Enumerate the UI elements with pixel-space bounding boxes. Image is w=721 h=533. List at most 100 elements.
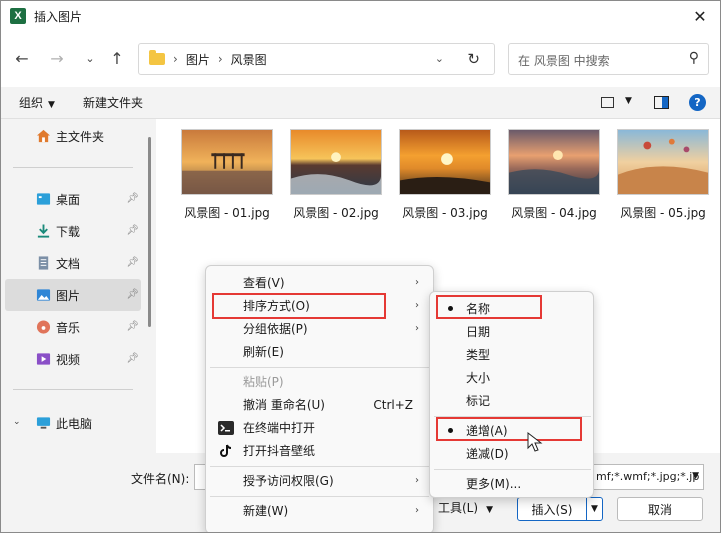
menu-item-descending[interactable]: 递减(D) bbox=[434, 442, 591, 465]
file-type-value: mf;*.wmf;*.jpg;*.jp bbox=[596, 470, 700, 483]
sidebar-item-downloads[interactable]: 下载 📌︎ bbox=[5, 215, 141, 247]
file-item[interactable]: 风景图 - 03.jpg bbox=[399, 129, 491, 221]
file-name: 风景图 - 01.jpg bbox=[184, 206, 270, 220]
sidebar-item-label: 此电脑 bbox=[56, 416, 93, 431]
thumbnail-image bbox=[508, 129, 600, 195]
address-bar[interactable]: › 图片 › 风景图 ⌄ ↻ bbox=[138, 43, 495, 75]
tools-button[interactable]: 工具(L) ▼ bbox=[438, 499, 493, 516]
tiktok-icon bbox=[220, 444, 232, 457]
sidebar-item-label: 下载 bbox=[56, 224, 81, 239]
recent-locations-chevron-icon[interactable]: ⌄ bbox=[79, 52, 101, 65]
chevron-right-icon: › bbox=[173, 52, 178, 66]
sidebar-divider bbox=[13, 389, 133, 390]
sidebar-item-videos[interactable]: 视频 📌︎ bbox=[5, 343, 141, 375]
menu-item-sort-date[interactable]: 日期 bbox=[434, 320, 591, 343]
file-item[interactable]: 风景图 - 04.jpg bbox=[508, 129, 600, 221]
context-menu: 查看(V) › 排序方式(O) › 分组依据(P) › 刷新(E) 粘贴(P) … bbox=[205, 265, 434, 532]
view-mode-caret-icon[interactable]: ▼ bbox=[625, 96, 632, 106]
thumbnail-image bbox=[399, 129, 491, 195]
new-folder-button[interactable]: 新建文件夹 bbox=[83, 94, 143, 111]
menu-item-give-access[interactable]: 授予访问权限(G) › bbox=[210, 469, 429, 492]
sort-highlight-box bbox=[212, 293, 386, 319]
file-item[interactable]: 风景图 - 02.jpg bbox=[290, 129, 382, 221]
menu-item-more[interactable]: 更多(M)... bbox=[434, 472, 591, 495]
terminal-icon bbox=[218, 420, 234, 435]
chevron-right-icon: › bbox=[415, 475, 419, 486]
sidebar-scrollbar[interactable] bbox=[148, 137, 151, 327]
name-highlight-box bbox=[436, 295, 542, 319]
desktop-icon bbox=[36, 193, 51, 205]
thumbnail-image bbox=[617, 129, 709, 195]
search-placeholder: 在 风景图 中搜索 bbox=[518, 54, 610, 68]
sidebar-item-label: 主文件夹 bbox=[56, 129, 105, 144]
address-dropdown-chevron-icon[interactable]: ⌄ bbox=[435, 52, 444, 65]
menu-separator bbox=[210, 496, 429, 497]
back-button[interactable]: ← bbox=[11, 49, 33, 68]
organize-button[interactable]: 组织 ▼ bbox=[19, 94, 55, 111]
view-mode-icon[interactable] bbox=[601, 97, 614, 108]
window-title: 插入图片 bbox=[34, 9, 83, 24]
insert-picture-dialog: X 插入图片 ✕ ← → ⌄ ↑ › 图片 › 风景图 ⌄ ↻ 在 风景图 中搜… bbox=[0, 0, 721, 533]
pin-icon[interactable]: 📌︎ bbox=[126, 289, 139, 300]
navigation-pane: 主文件夹 桌面 📌︎ 下载 📌︎ 文档 📌︎ 图片 📌︎ 音乐 📌︎ 视频 📌︎… bbox=[1, 119, 153, 453]
insert-button[interactable]: 插入(S) bbox=[517, 497, 587, 521]
folder-icon bbox=[149, 50, 165, 65]
pin-icon[interactable]: 📌︎ bbox=[126, 193, 139, 204]
file-item[interactable]: 风景图 - 05.jpg bbox=[617, 129, 709, 221]
file-type-select[interactable]: mf;*.wmf;*.jpg;*.jp ▼ bbox=[591, 464, 704, 490]
help-icon[interactable]: ? bbox=[689, 94, 706, 111]
sidebar-item-pictures[interactable]: 图片 📌︎ bbox=[5, 279, 141, 311]
sidebar-item-home[interactable]: 主文件夹 bbox=[5, 120, 141, 152]
ascending-highlight-box bbox=[436, 417, 582, 441]
mouse-cursor-icon bbox=[527, 432, 543, 452]
chevron-right-icon: › bbox=[415, 505, 419, 516]
menu-item-tiktok-wallpaper[interactable]: 打开抖音壁纸 bbox=[210, 439, 429, 462]
filename-label: 文件名(N): bbox=[131, 472, 190, 486]
excel-icon: X bbox=[10, 8, 26, 24]
menu-item-refresh[interactable]: 刷新(E) bbox=[210, 340, 429, 363]
file-name: 风景图 - 03.jpg bbox=[402, 206, 488, 220]
sidebar-item-label: 音乐 bbox=[56, 320, 81, 335]
breadcrumb-landscapes[interactable]: 风景图 bbox=[231, 51, 267, 68]
menu-item-open-terminal[interactable]: 在终端中打开 bbox=[210, 416, 429, 439]
menu-item-sort-size[interactable]: 大小 bbox=[434, 366, 591, 389]
menu-item-sort-type[interactable]: 类型 bbox=[434, 343, 591, 366]
sidebar-item-documents[interactable]: 文档 📌︎ bbox=[5, 247, 141, 279]
file-name: 风景图 - 04.jpg bbox=[511, 206, 597, 220]
document-icon bbox=[38, 256, 49, 270]
close-button[interactable]: ✕ bbox=[690, 6, 710, 26]
chevron-right-icon: › bbox=[415, 323, 419, 334]
refresh-icon[interactable]: ↻ bbox=[467, 50, 480, 68]
breadcrumb-pictures[interactable]: 图片 bbox=[186, 51, 210, 68]
sidebar-item-music[interactable]: 音乐 📌︎ bbox=[5, 311, 141, 343]
sidebar-item-label: 视频 bbox=[56, 352, 81, 367]
search-input[interactable]: 在 风景图 中搜索 ⚲ bbox=[508, 43, 709, 75]
up-button[interactable]: ↑ bbox=[106, 49, 128, 68]
music-icon bbox=[36, 320, 51, 334]
cancel-button[interactable]: 取消 bbox=[617, 497, 703, 521]
menu-separator bbox=[210, 367, 429, 368]
video-icon bbox=[36, 353, 51, 365]
file-name: 风景图 - 05.jpg bbox=[620, 206, 706, 220]
pin-icon[interactable]: 📌︎ bbox=[126, 257, 139, 268]
insert-options-button[interactable]: ▼ bbox=[586, 497, 603, 521]
chevron-down-icon: ▼ bbox=[692, 471, 699, 481]
menu-item-new[interactable]: 新建(W) › bbox=[210, 499, 429, 522]
sidebar-item-this-pc[interactable]: 此电脑 bbox=[5, 407, 141, 439]
sidebar-item-label: 文档 bbox=[56, 256, 81, 271]
sidebar-item-label: 桌面 bbox=[56, 192, 81, 207]
menu-item-undo-rename[interactable]: 撤消 重命名(U) Ctrl+Z bbox=[210, 393, 429, 416]
menu-item-group-by[interactable]: 分组依据(P) › bbox=[210, 317, 429, 340]
menu-item-view[interactable]: 查看(V) › bbox=[210, 271, 429, 294]
file-item[interactable]: 风景图 - 01.jpg bbox=[181, 129, 273, 221]
forward-button[interactable]: → bbox=[46, 49, 68, 68]
download-icon bbox=[37, 224, 50, 238]
sidebar-item-desktop[interactable]: 桌面 📌︎ bbox=[5, 183, 141, 215]
title-bar: X 插入图片 ✕ bbox=[1, 1, 720, 31]
chevron-right-icon: › bbox=[217, 52, 223, 66]
pin-icon[interactable]: 📌︎ bbox=[126, 353, 139, 364]
menu-item-sort-tags[interactable]: 标记 bbox=[434, 389, 591, 412]
preview-pane-icon[interactable] bbox=[654, 96, 669, 109]
pin-icon[interactable]: 📌︎ bbox=[126, 225, 139, 236]
pin-icon[interactable]: 📌︎ bbox=[126, 321, 139, 332]
